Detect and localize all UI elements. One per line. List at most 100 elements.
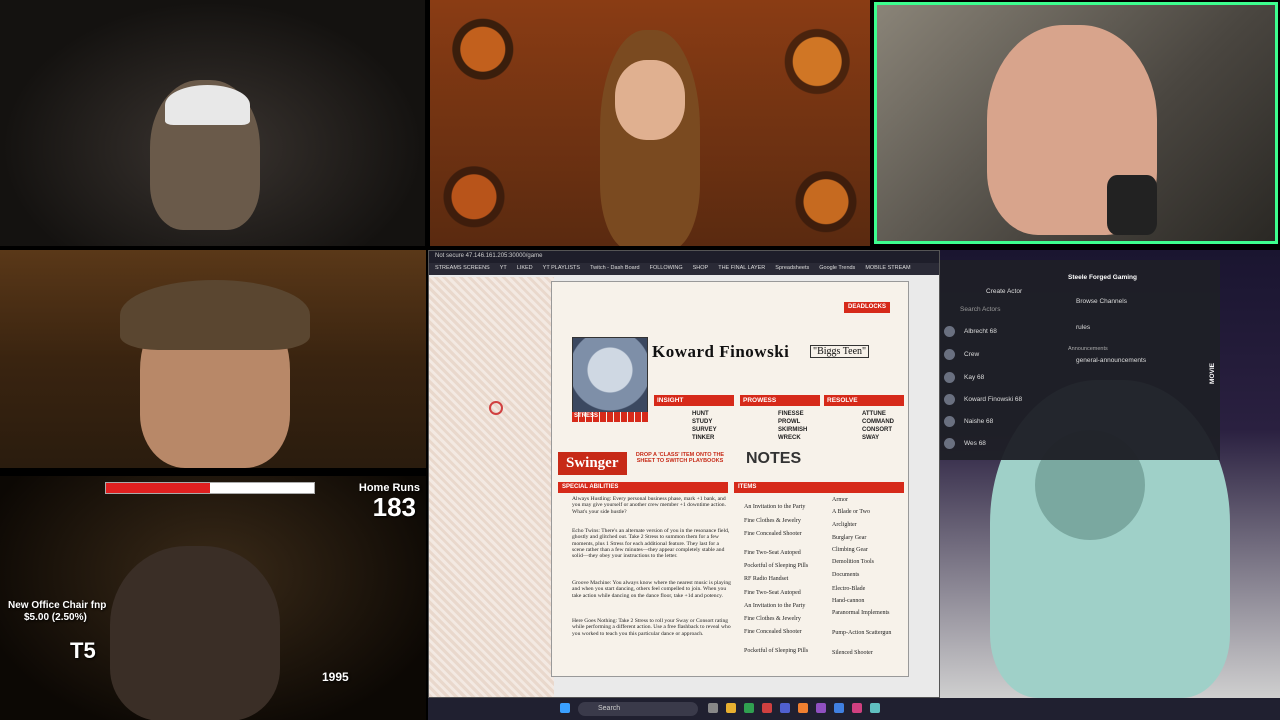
- webcam-top-left: [0, 0, 425, 246]
- item-entry[interactable]: Fine Clothes & Jewelry: [744, 518, 801, 524]
- app-icon[interactable]: [852, 703, 862, 713]
- item-entry[interactable]: An Invitation to the Party: [744, 603, 805, 609]
- deadlocks-header: DEADLOCKS: [844, 302, 891, 313]
- bookmark-item[interactable]: Google Trends: [819, 265, 855, 273]
- bookmark-item[interactable]: STREAMS SCREENS: [435, 265, 490, 273]
- actor-avatar: [944, 394, 955, 405]
- resolve-actions[interactable]: ATTUNE COMMAND CONSORT SWAY: [862, 410, 894, 442]
- browse-channels-link[interactable]: Browse Channels: [1076, 298, 1127, 305]
- prowess-header: PROWESS: [740, 395, 820, 406]
- bookmark-item[interactable]: THE FINAL LAYER: [718, 265, 765, 273]
- item-entry[interactable]: Silenced Shooter: [832, 650, 873, 656]
- item-entry[interactable]: Fine Concealed Shooter: [744, 531, 802, 537]
- actor-avatar: [944, 416, 955, 427]
- actor-item[interactable]: Wes 68: [964, 440, 986, 447]
- bookmark-item[interactable]: YT: [500, 265, 507, 273]
- item-entry[interactable]: Burglary Gear: [832, 535, 866, 541]
- face: [615, 60, 685, 140]
- item-entry[interactable]: Pocketful of Sleeping Pills: [744, 563, 808, 569]
- actor-avatar: [944, 326, 955, 337]
- drop-class-hint: DROP A 'CLASS' ITEM ONTO THE SHEET TO SW…: [635, 452, 725, 464]
- ability-groove-machine[interactable]: Groove Machine: You always know where th…: [572, 580, 732, 599]
- bookmark-item[interactable]: YT PLAYLISTS: [543, 265, 580, 273]
- url-bar[interactable]: Not secure 47.146.161.205:30000/game: [429, 251, 939, 263]
- actor-item[interactable]: Koward Finowski 68: [964, 396, 1022, 403]
- item-entry[interactable]: RF Radio Handset: [744, 576, 788, 582]
- actor-avatar: [944, 438, 955, 449]
- playbook-title: Swinger: [558, 452, 627, 475]
- bookmark-item[interactable]: Twitch - Dash Board: [590, 265, 640, 273]
- item-entry[interactable]: Fine Two-Seat Autoped: [744, 550, 801, 556]
- create-actor-button[interactable]: Create Actor: [986, 288, 1022, 295]
- actor-item[interactable]: Kay 68: [964, 374, 984, 381]
- webcam-top-center: [430, 0, 870, 246]
- map-pin-icon[interactable]: [489, 401, 503, 415]
- microphone-icon: [1107, 175, 1157, 235]
- character-name: Koward Finowski: [652, 342, 790, 361]
- item-entry[interactable]: Armor: [832, 497, 848, 503]
- item-entry[interactable]: An Invitation to the Party: [744, 504, 805, 510]
- browser-window: Not secure 47.146.161.205:30000/game STR…: [428, 250, 940, 698]
- item-entry[interactable]: Fine Two-Seat Autoped: [744, 590, 801, 596]
- item-entry[interactable]: Paranormal Implements: [832, 610, 889, 616]
- server-name[interactable]: Steele Forged Gaming: [1068, 274, 1137, 281]
- actor-avatar: [944, 372, 955, 383]
- item-entry[interactable]: Demolition Tools: [832, 559, 874, 565]
- item-entry[interactable]: Climbing Gear: [832, 547, 868, 553]
- actor-item[interactable]: Albrecht 68: [964, 328, 997, 335]
- character-sheet[interactable]: DEADLOCKS STRESS Koward Finowski "Biggs …: [551, 281, 909, 677]
- folder-icon[interactable]: [726, 703, 736, 713]
- movie-label: MOVIE: [1208, 363, 1216, 384]
- item-entry[interactable]: Fine Concealed Shooter: [744, 629, 802, 635]
- taskview-icon[interactable]: [708, 703, 718, 713]
- office-chair-amount: $5.00 (2.50%): [24, 612, 87, 623]
- bookmarks-bar: STREAMS SCREENS YT LIKED YT PLAYLISTS Tw…: [429, 263, 939, 275]
- item-entry[interactable]: Pump-Action Scattergun: [832, 630, 891, 636]
- ability-here-goes-nothing[interactable]: Here Goes Nothing: Take 2 Stress to roll…: [572, 618, 732, 637]
- item-entry[interactable]: Arclighter: [832, 522, 857, 528]
- bookmark-item[interactable]: LIKED: [517, 265, 533, 273]
- ability-echo-twins[interactable]: Echo Twins: There's an alternate version…: [572, 528, 732, 559]
- app-icon[interactable]: [834, 703, 844, 713]
- item-entry[interactable]: A Blade or Two: [832, 509, 870, 515]
- taskbar-search[interactable]: Search: [578, 702, 698, 716]
- items-header: ITEMS: [734, 482, 904, 493]
- year-label: 1995: [322, 670, 349, 684]
- prowess-actions[interactable]: FINESSE PROWL SKIRMISH WRECK: [778, 410, 807, 442]
- channel-general-announcements[interactable]: general-announcements: [1076, 357, 1146, 364]
- item-entry[interactable]: Fine Clothes & Jewelry: [744, 616, 801, 622]
- ability-always-hustling[interactable]: Always Hustling: Every personal business…: [572, 496, 732, 515]
- app-icon[interactable]: [798, 703, 808, 713]
- actor-item[interactable]: Naishe 68: [964, 418, 993, 425]
- discord-sidebar: Steele Forged Gaming Browse Channels rul…: [940, 260, 1220, 460]
- item-entry[interactable]: Electro-Blade: [832, 586, 865, 592]
- app-icon[interactable]: [780, 703, 790, 713]
- bookmark-item[interactable]: FOLLOWING: [650, 265, 683, 273]
- item-entry[interactable]: Documents: [832, 572, 859, 578]
- item-entry[interactable]: Pocketful of Sleeping Pills: [744, 648, 808, 654]
- channel-rules[interactable]: rules: [1076, 324, 1090, 331]
- item-entry[interactable]: Hand-cannon: [832, 598, 864, 604]
- actor-item[interactable]: Crew: [964, 351, 979, 358]
- insight-header: INSIGHT: [654, 395, 734, 406]
- start-icon[interactable]: [560, 703, 570, 713]
- special-abilities-header: SPECIAL ABILITIES: [558, 482, 728, 493]
- webcam-middle-left: [0, 250, 426, 468]
- t5-label: T5: [70, 638, 96, 663]
- app-icon[interactable]: [744, 703, 754, 713]
- white-cap: [165, 85, 250, 125]
- bookmark-item[interactable]: Spreadsheets: [775, 265, 809, 273]
- actor-avatar: [944, 349, 955, 360]
- app-icon[interactable]: [762, 703, 772, 713]
- bookmark-item[interactable]: MOBILE STREAM: [865, 265, 910, 273]
- game-map[interactable]: [429, 277, 554, 697]
- search-actors-input[interactable]: Search Actors: [960, 306, 1000, 313]
- announcements-category[interactable]: Announcements: [1068, 346, 1108, 352]
- bookmark-item[interactable]: SHOP: [693, 265, 709, 273]
- character-portrait: [572, 337, 648, 419]
- app-icon[interactable]: [816, 703, 826, 713]
- webcam-bottom-left: Home Runs 183 New Office Chair fnp $5.00…: [0, 476, 426, 720]
- insight-actions[interactable]: HUNT STUDY SURVEY TINKER: [692, 410, 717, 442]
- app-icon[interactable]: [870, 703, 880, 713]
- webcam-top-right-active: [874, 2, 1278, 244]
